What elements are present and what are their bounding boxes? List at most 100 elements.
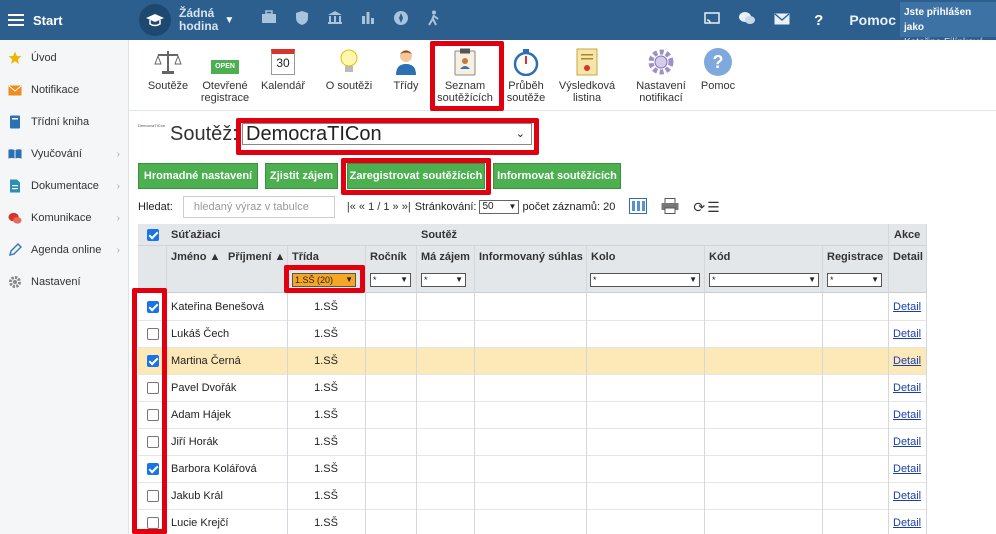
sidebar-item-label: Nastavení (31, 276, 81, 288)
detail-link[interactable]: Detail (893, 321, 921, 348)
filter-zajem-select[interactable]: * ▼ (421, 273, 466, 287)
filter-kod-select[interactable]: * ▼ (709, 273, 819, 287)
search-input[interactable]: hledaný výraz v tabulce (182, 196, 335, 218)
filter-registrace-select[interactable]: * ▼ (827, 273, 882, 287)
row-checkbox[interactable] (147, 355, 159, 367)
table-row[interactable]: Jiří Horák 1.SŠ Detail (138, 429, 927, 456)
kalendar-button[interactable]: 30 Kalendář (259, 47, 307, 92)
sidebar-item-nastaveni[interactable]: Nastavení (0, 266, 128, 298)
col-zajem[interactable]: Má zájem (416, 246, 470, 268)
table-row[interactable]: Martina Černá 1.SŠ Detail (138, 348, 927, 375)
o-soutezi-button[interactable]: O soutěži (325, 47, 373, 92)
detail-link[interactable]: Detail (893, 402, 921, 429)
table-row[interactable]: Lukáš Čech 1.SŠ Detail (138, 321, 927, 348)
sidebar-item-tridni-kniha[interactable]: Třídní kniha (0, 106, 128, 138)
prubeh-label-1: Průběh (508, 80, 544, 92)
sidebar-item-agenda-online[interactable]: Agenda online › (0, 234, 128, 266)
detail-link[interactable]: Detail (893, 375, 921, 402)
sidebar-item-komunikace[interactable]: Komunikace › (0, 202, 128, 234)
col-kod[interactable]: Kód (704, 246, 730, 268)
col-jmeno[interactable]: Jméno ▲ (166, 246, 220, 268)
zaregistrovat-button[interactable]: Zaregistrovat soutěžících (347, 163, 485, 189)
tridy-button[interactable]: Třídy (391, 47, 421, 92)
row-checkbox[interactable] (147, 301, 159, 313)
toolbar: Soutěže OPEN Otevřené registrace 30 Kale… (129, 40, 996, 111)
sidebar-item-vyucovani[interactable]: Vyučování › (0, 138, 128, 170)
table-row[interactable]: Barbora Kolářová 1.SŠ Detail (138, 456, 927, 483)
row-checkbox[interactable] (147, 328, 159, 340)
hour-selector[interactable]: Žádná hodina ▼ (139, 4, 234, 36)
col-rocnik[interactable]: Ročník (365, 246, 407, 268)
mail-icon[interactable] (774, 12, 790, 28)
shield-icon[interactable] (285, 10, 318, 30)
vysledkova-listina-button[interactable]: Výsledková listina (557, 47, 617, 104)
competition-select[interactable]: DemocraTICon ⌄ (242, 123, 532, 145)
institution-icon[interactable] (318, 10, 351, 30)
row-checkbox[interactable] (147, 517, 159, 529)
list-icon[interactable]: ☰ (707, 199, 720, 216)
page-size-select[interactable]: 50 ▼ (479, 200, 520, 214)
col-prijmeni-label: Příjmení (228, 251, 272, 263)
hromadne-nastaveni-button[interactable]: Hromadné nastavení (138, 163, 258, 189)
star-icon (8, 51, 22, 65)
sidebar-item-dokumentace[interactable]: Dokumentace › (0, 170, 128, 202)
cast-icon[interactable] (704, 11, 720, 29)
table-row[interactable]: Lucie Krejčí 1.SŠ Detail (138, 510, 927, 534)
row-checkbox[interactable] (147, 436, 159, 448)
detail-link[interactable]: Detail (893, 429, 921, 456)
columns-icon[interactable] (629, 197, 648, 217)
detail-link[interactable]: Detail (893, 483, 921, 510)
col-kolo[interactable]: Kolo (586, 246, 615, 268)
open-sign-icon: OPEN (210, 47, 240, 77)
help-label: Pomoc (849, 12, 896, 28)
bar-chart-icon[interactable] (351, 10, 384, 30)
table-row[interactable]: Pavel Dvořák 1.SŠ Detail (138, 375, 927, 402)
briefcase-icon[interactable] (252, 10, 285, 30)
start-menu-button[interactable]: Start (0, 0, 129, 40)
user-menu[interactable]: Jste přihlášen jako Kateřina Filípková (900, 2, 996, 48)
hiking-icon[interactable] (417, 10, 450, 30)
col-trida[interactable]: Třída (287, 246, 319, 268)
filter-trida-select[interactable]: 1.SŠ (20) ▼ (292, 273, 356, 287)
row-checkbox[interactable] (147, 409, 159, 421)
sidebar-item-uvod[interactable]: Úvod (0, 42, 128, 74)
detail-link[interactable]: Detail (893, 294, 921, 321)
seznam-soutezicich-button[interactable]: Seznam soutěžících (436, 47, 494, 104)
souteze-button[interactable]: Soutěže (147, 47, 189, 92)
table-row[interactable]: Jakub Král 1.SŠ Detail (138, 483, 927, 510)
nastaveni-notifikaci-button[interactable]: Nastavení notifikací (635, 47, 687, 104)
column-divider (365, 246, 366, 534)
chat-bubbles-icon[interactable] (738, 11, 756, 29)
print-icon[interactable] (661, 197, 679, 217)
student-class: 1.SŠ (314, 328, 338, 340)
row-checkbox[interactable] (147, 490, 159, 502)
col-prijmeni[interactable]: Příjmení ▲ (223, 246, 285, 268)
group-actions: Akce (894, 229, 921, 241)
table-row[interactable]: Kateřina Benešová 1.SŠ Detail (138, 294, 927, 321)
informovat-button[interactable]: Informovat soutěžících (493, 163, 621, 189)
filter-rocnik-select[interactable]: * ▼ (370, 273, 411, 287)
compass-icon[interactable] (384, 10, 417, 30)
filter-value: * (373, 275, 377, 285)
select-all-checkbox[interactable] (147, 229, 159, 241)
detail-link[interactable]: Detail (893, 456, 921, 483)
open-book-icon (8, 147, 22, 161)
col-registrace[interactable]: Registrace (822, 246, 883, 268)
table-filter-row: 1.SŠ (20) ▼ * ▼ * ▼ * ▼ * ▼ * ▼ (138, 268, 927, 293)
detail-link[interactable]: Detail (893, 510, 921, 534)
zjistit-zajem-button[interactable]: Zjistit zájem (265, 163, 338, 189)
pomoc-button[interactable]: ? Pomoc (697, 47, 739, 92)
col-suhlas[interactable]: Informovaný súhlas (474, 246, 583, 268)
otevrene-registrace-button[interactable]: OPEN Otevřené registrace (199, 47, 251, 104)
refresh-icon[interactable]: ⟳ (693, 199, 705, 216)
pager[interactable]: |« « 1 / 1 » »| (347, 201, 411, 213)
help-link[interactable]: ? Pomoc (814, 12, 896, 29)
filter-kolo-select[interactable]: * ▼ (590, 273, 700, 287)
row-checkbox[interactable] (147, 382, 159, 394)
row-checkbox[interactable] (147, 463, 159, 475)
detail-link[interactable]: Detail (893, 348, 921, 375)
student-class: 1.SŠ (314, 436, 338, 448)
sidebar-item-notifikace[interactable]: Notifikace (0, 74, 128, 106)
table-row[interactable]: Adam Hájek 1.SŠ Detail (138, 402, 927, 429)
prubeh-souteze-button[interactable]: Průběh soutěže (505, 47, 547, 104)
